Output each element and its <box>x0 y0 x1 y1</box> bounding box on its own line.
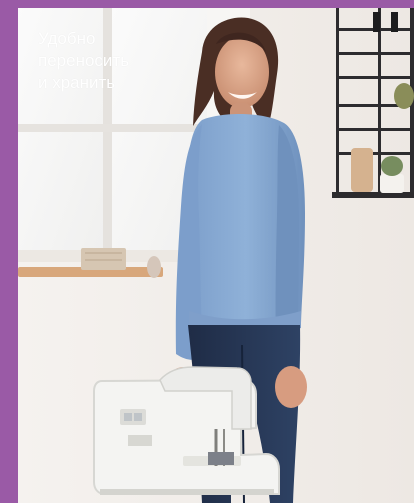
page: Удобно переносить и хранить <box>0 0 414 503</box>
product-photo: Удобно переносить и хранить <box>18 8 414 503</box>
right-hand <box>275 366 307 408</box>
caption-line-1: Удобно <box>38 29 96 48</box>
decor-vase <box>147 256 161 278</box>
window-transom <box>18 124 207 132</box>
caption-line-2: переносить <box>38 51 130 70</box>
promo-caption: Удобно переносить и хранить <box>38 28 129 94</box>
decor-box <box>81 248 126 270</box>
caption-line-3: и хранить <box>38 73 116 92</box>
